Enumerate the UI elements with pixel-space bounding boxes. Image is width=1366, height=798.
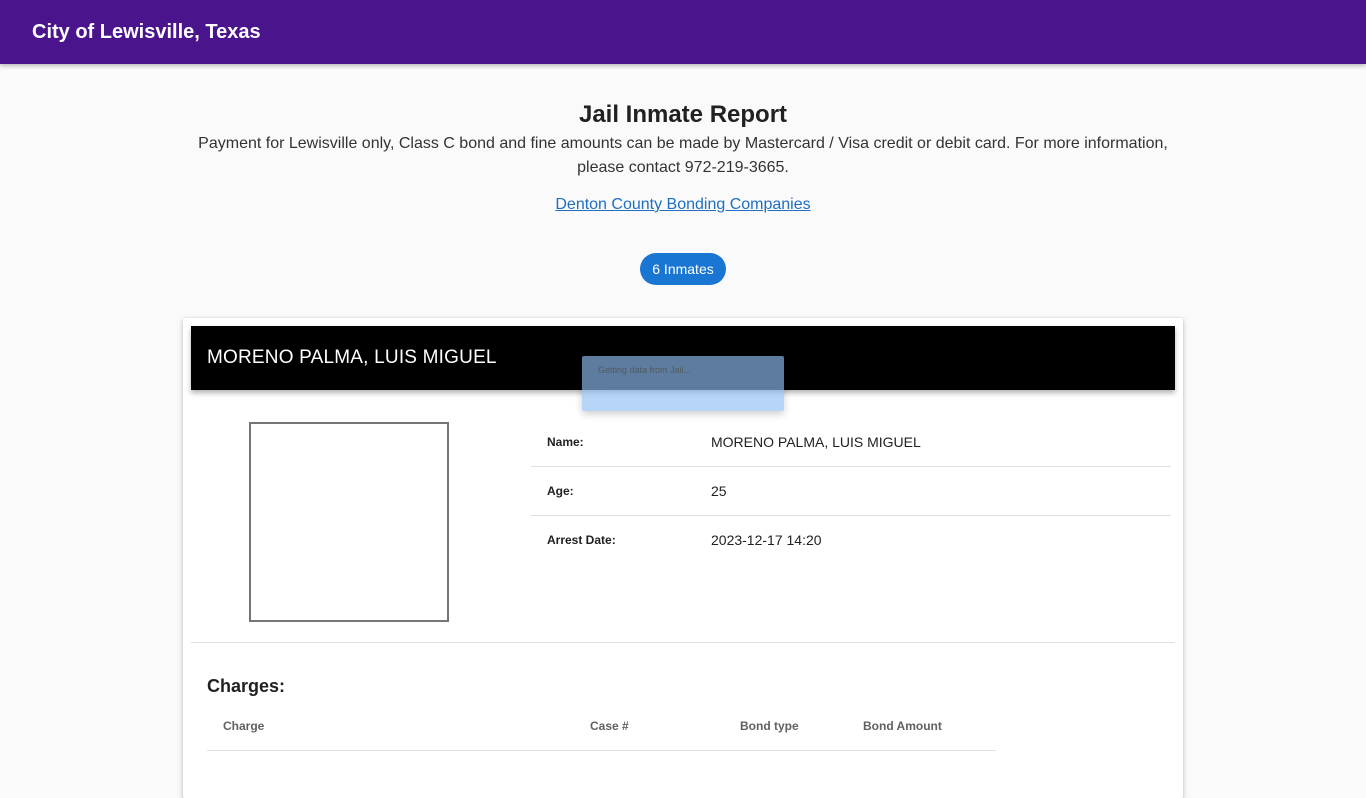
detail-value: 25 [711, 483, 727, 499]
detail-value: MORENO PALMA, LUIS MIGUEL [711, 434, 921, 450]
page-title: Jail Inmate Report [578, 101, 788, 128]
detail-label: Arrest Date: [547, 533, 616, 547]
charges-title: Charges: [207, 676, 286, 696]
loading-progress-bar [606, 387, 776, 388]
card-divider [191, 642, 1175, 643]
inmate-count-badge[interactable]: 6 Inmates [640, 253, 726, 285]
report-intro: Jail Inmate Report Payment for Lewisvill… [183, 98, 1183, 214]
column-header-bond-amount[interactable]: Bond Amount [863, 708, 942, 750]
detail-label: Age: [547, 484, 574, 498]
column-header-bond-type[interactable]: Bond type [740, 708, 799, 750]
loading-dialog: Getting data from Jail... [582, 356, 784, 411]
inmate-details: Name: MORENO PALMA, LUIS MIGUEL Age: 25 … [531, 418, 1171, 564]
loading-message: Getting data from Jail... [598, 365, 692, 375]
payment-description: Payment for Lewisville only, Class C bon… [198, 135, 1168, 176]
inmate-header-name: MORENO PALMA, LUIS MIGUEL [207, 347, 497, 368]
charges-table-header: Charge Case # Bond type Bond Amount [207, 708, 996, 751]
detail-row-arrest-date: Arrest Date: 2023-12-17 14:20 [531, 516, 1171, 564]
detail-row-name: Name: MORENO PALMA, LUIS MIGUEL [531, 418, 1171, 467]
detail-value: 2023-12-17 14:20 [711, 532, 822, 548]
column-header-charge[interactable]: Charge [223, 708, 264, 750]
app-header: City of Lewisville, Texas [0, 0, 1366, 64]
detail-row-age: Age: 25 [531, 467, 1171, 516]
app-title[interactable]: City of Lewisville, Texas [32, 21, 261, 44]
column-header-case-number[interactable]: Case # [590, 708, 629, 750]
inmate-photo [249, 422, 449, 622]
detail-label: Name: [547, 435, 584, 449]
bonding-companies-link[interactable]: Denton County Bonding Companies [555, 196, 810, 214]
